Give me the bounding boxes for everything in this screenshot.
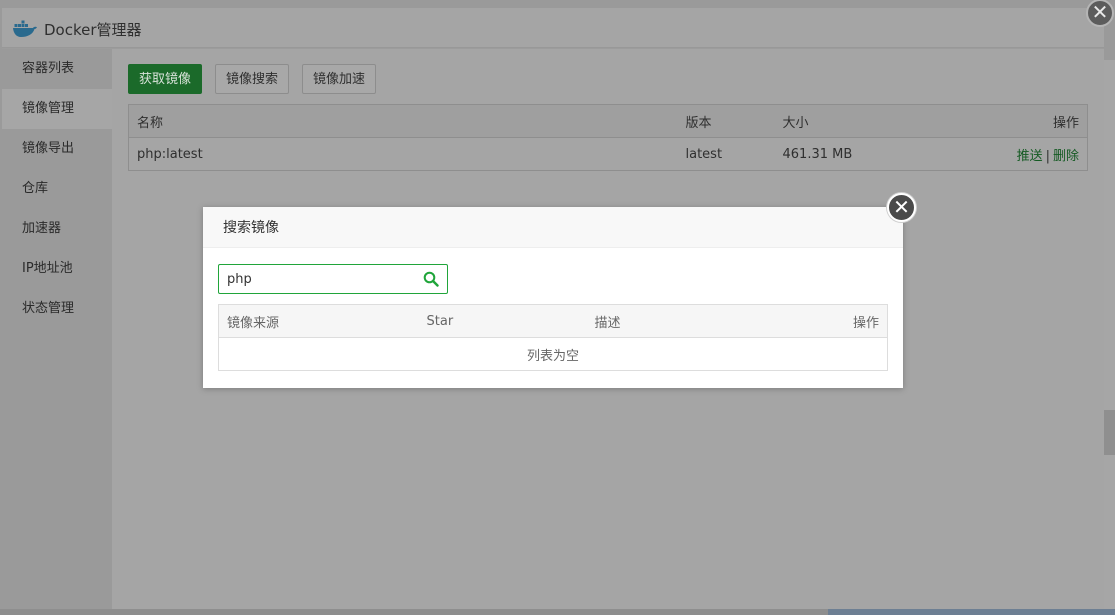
delete-link[interactable]: 删除 (1053, 149, 1079, 164)
col-header-name: 名称 (128, 104, 678, 138)
sidebar-item-ip-pool[interactable]: IP地址池 (2, 249, 112, 289)
table-row: php:latest latest 461.31 MB 推送 | 删除 (128, 137, 1088, 171)
col-header-source: 镜像来源 (218, 304, 419, 338)
sidebar-item-accelerator[interactable]: 加速器 (2, 209, 112, 249)
sidebar-item-status[interactable]: 状态管理 (2, 289, 112, 329)
sidebar: 容器列表 镜像管理 镜像导出 仓库 加速器 IP地址池 状态管理 (2, 49, 112, 609)
results-header-row: 镜像来源 Star 描述 操作 (218, 304, 888, 338)
col-header-version: 版本 (677, 104, 775, 138)
background-bottom-accent (828, 609, 1115, 615)
empty-row: 列表为空 (218, 337, 888, 371)
push-link[interactable]: 推送 (1017, 149, 1043, 164)
toolbar: 获取镜像 镜像搜索 镜像加速 (128, 64, 377, 94)
window-close-icon[interactable]: ✕ (1086, 0, 1114, 27)
search-image-dialog: 搜索镜像 ✕ 镜像来源 Star 描述 操作 列表为空 (203, 193, 916, 388)
ops-separator: | (1045, 148, 1050, 164)
image-table: 名称 版本 大小 操作 php:latest latest 461.31 MB … (128, 104, 1088, 171)
image-version-cell: latest (677, 137, 775, 171)
col-header-ops: 操作 (786, 304, 888, 338)
search-icon[interactable] (423, 271, 439, 287)
col-header-desc: 描述 (586, 304, 787, 338)
pull-image-button[interactable]: 获取镜像 (128, 64, 203, 94)
image-ops-cell: 推送 | 删除 (914, 137, 1088, 171)
sidebar-item-image-export[interactable]: 镜像导出 (2, 129, 112, 169)
image-table-header-row: 名称 版本 大小 操作 (128, 104, 1088, 138)
image-name-cell: php:latest (128, 137, 678, 171)
window-title: Docker管理器 (12, 18, 142, 40)
sidebar-item-registry[interactable]: 仓库 (2, 169, 112, 209)
image-accelerate-button[interactable]: 镜像加速 (302, 64, 377, 94)
search-input[interactable] (219, 265, 409, 293)
window-title-text: Docker管理器 (44, 20, 142, 39)
docker-whale-icon (13, 20, 37, 37)
col-header-ops: 操作 (914, 104, 1088, 138)
window-header: Docker管理器 (2, 8, 1104, 48)
background-scroll-strip (1104, 60, 1115, 615)
col-header-star: Star (418, 304, 587, 338)
dialog-close-icon[interactable]: ✕ (887, 193, 916, 222)
search-image-button[interactable]: 镜像搜索 (215, 64, 290, 94)
search-results-table: 镜像来源 Star 描述 操作 列表为空 (218, 304, 888, 371)
image-size-cell: 461.31 MB (774, 137, 915, 171)
col-header-size: 大小 (774, 104, 915, 138)
background-scroll-strip-dark (1104, 410, 1115, 455)
search-box (218, 264, 448, 294)
dialog-title: 搜索镜像 (203, 207, 903, 248)
sidebar-item-images[interactable]: 镜像管理 (2, 89, 112, 129)
empty-list-text: 列表为空 (218, 337, 888, 371)
sidebar-item-containers[interactable]: 容器列表 (2, 49, 112, 89)
